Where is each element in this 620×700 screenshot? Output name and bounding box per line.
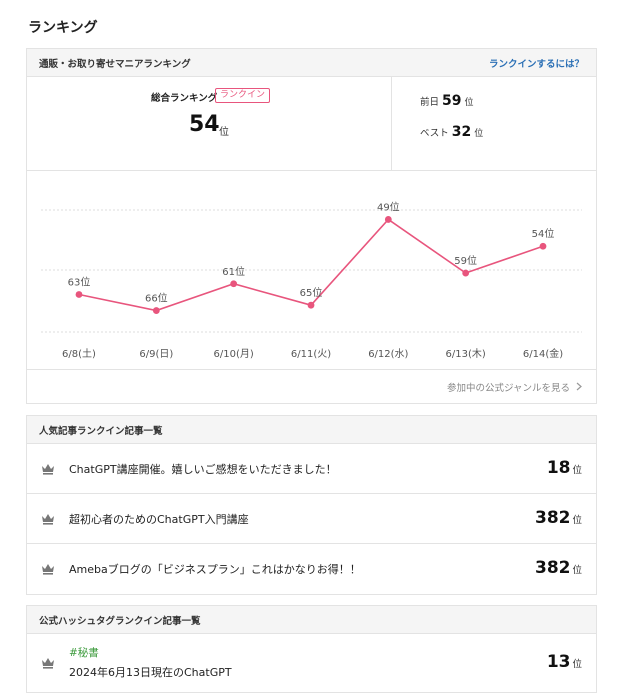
hashtag-article-rank-unit: 位 [572, 659, 582, 670]
hashtag-tag-link[interactable]: #秘書 [69, 645, 232, 660]
chart-point [384, 216, 392, 223]
chart-x-tick-label: 6/14(金) [523, 347, 563, 360]
chart-point [539, 242, 547, 250]
article-rank-unit: 位 [572, 515, 582, 526]
previous-day-label: 前日 [420, 97, 440, 108]
best-rank: ベスト 32 位 [420, 124, 483, 140]
chart-data-label: 54位 [532, 227, 555, 240]
chart-x-tick-label: 6/9(日) [139, 349, 173, 360]
article-row[interactable]: 超初心者のためのChatGPT入門講座 382 位 [27, 494, 596, 544]
article-rank-value: 382 [534, 558, 571, 578]
overall-ranking-value: 54 [189, 112, 220, 137]
joined-genres-link-label: 参加中の公式ジャンルを見る [446, 382, 570, 394]
article-title: ChatGPT講座開催。嬉しいご感想をいただきました！ [69, 462, 337, 476]
article-rank-unit: 位 [572, 565, 582, 576]
crown-icon [42, 463, 54, 475]
hashtag-article-rank: 13 位 [547, 652, 582, 672]
chart-point [307, 301, 315, 309]
previous-day-unit: 位 [464, 98, 474, 108]
chart-point [462, 269, 470, 277]
chevron-right-icon [576, 382, 582, 391]
previous-day-value: 59 [442, 93, 462, 109]
article-rank: 382 位 [535, 508, 582, 528]
chart-x-tick-label: 6/12(水) [368, 348, 408, 360]
article-row[interactable]: ChatGPT講座開催。嬉しいご感想をいただきました！ 18 位 [27, 444, 596, 494]
chart-data-label: 63位 [68, 275, 91, 288]
chart-data-label: 65位 [300, 286, 323, 299]
popular-articles-title: 人気記事ランクイン記事一覧 [39, 425, 163, 437]
hashtag-article-text: #秘書 2024年6月13日現在のChatGPT [69, 645, 232, 680]
chart-point [230, 280, 238, 288]
chart-data-label: 49位 [377, 200, 400, 213]
chart-point [152, 307, 160, 314]
chart-point [75, 291, 83, 298]
chart-x-tick-label: 6/10(月) [214, 348, 254, 360]
overall-ranking-box: 総合ランキング ランクイン 54 位 [27, 77, 392, 170]
crown-icon [42, 564, 54, 575]
overall-ranking-unit: 位 [219, 127, 229, 138]
how-to-rank-in-link[interactable]: ランクインするには？ [489, 56, 584, 70]
popular-articles-header: 人気記事ランクイン記事一覧 [27, 416, 596, 444]
genre-ranking-header: 通販・お取り寄せマニアランキング ランクインするには？ [27, 49, 596, 77]
hashtag-ranking-title: 公式ハッシュタグランクイン記事一覧 [39, 615, 201, 627]
chart-x-tick-label: 6/8(土) [62, 347, 96, 360]
article-rank-value: 382 [534, 508, 571, 528]
chart-data-label: 66位 [145, 292, 168, 305]
page-title: ランキング [28, 20, 98, 36]
article-title: 超初心者のためのChatGPT入門講座 [69, 512, 249, 526]
popular-articles-card: 人気記事ランクイン記事一覧 ChatGPT講座開催。嬉しいご感想をいただきました… [26, 415, 597, 595]
chart-x-tick-label: 6/11(火) [291, 348, 331, 360]
crown-icon [42, 513, 54, 525]
best-rank-value: 32 [451, 124, 472, 140]
hashtag-article-title: 2024年6月13日現在のChatGPT [69, 666, 232, 679]
previous-day-rank: 前日 59 位 [420, 93, 474, 109]
chart-data-label: 59位 [454, 254, 477, 267]
chart-data-label: 61位 [222, 265, 245, 278]
hashtag-article-row[interactable]: #秘書 2024年6月13日現在のChatGPT 13 位 [27, 634, 596, 691]
overall-ranking-label: 総合ランキング [151, 93, 218, 104]
hashtag-ranking-header: 公式ハッシュタグランクイン記事一覧 [27, 606, 596, 634]
article-rank-value: 18 [546, 458, 571, 478]
article-row[interactable]: Amebaブログの「ビジネスプラン」これはかなりお得！！ 382 位 [27, 544, 596, 594]
best-rank-label: ベスト [420, 128, 449, 139]
hashtag-ranking-card: 公式ハッシュタグランクイン記事一覧 #秘書 2024年6月13日現在のChatG… [26, 605, 597, 693]
joined-genres-link[interactable]: 参加中の公式ジャンルを見る [27, 369, 596, 403]
chart-x-tick-label: 6/13(木) [446, 348, 486, 360]
article-title: Amebaブログの「ビジネスプラン」これはかなりお得！！ [69, 563, 361, 576]
ranking-line-chart: 63位 66位 61位 65位 49位 59位 54位 6/8(土) 6/9(日) 6/10(月)… [41, 200, 582, 360]
ranking-summary: 総合ランキング ランクイン 54 位 前日 59 位 ベスト 32 位 [27, 77, 596, 171]
article-rank: 18 位 [547, 458, 582, 478]
best-rank-unit: 位 [474, 129, 484, 139]
genre-ranking-title: 通販・お取り寄せマニアランキング [39, 58, 191, 70]
crown-icon [42, 657, 54, 669]
rank-in-badge: ランクイン [215, 88, 271, 103]
article-rank-unit: 位 [572, 465, 582, 476]
article-rank: 382 位 [535, 558, 582, 578]
hashtag-article-rank-value: 13 [546, 652, 571, 672]
genre-ranking-card: 通販・お取り寄せマニアランキング ランクインするには？ 総合ランキング ランクイ… [26, 48, 597, 404]
